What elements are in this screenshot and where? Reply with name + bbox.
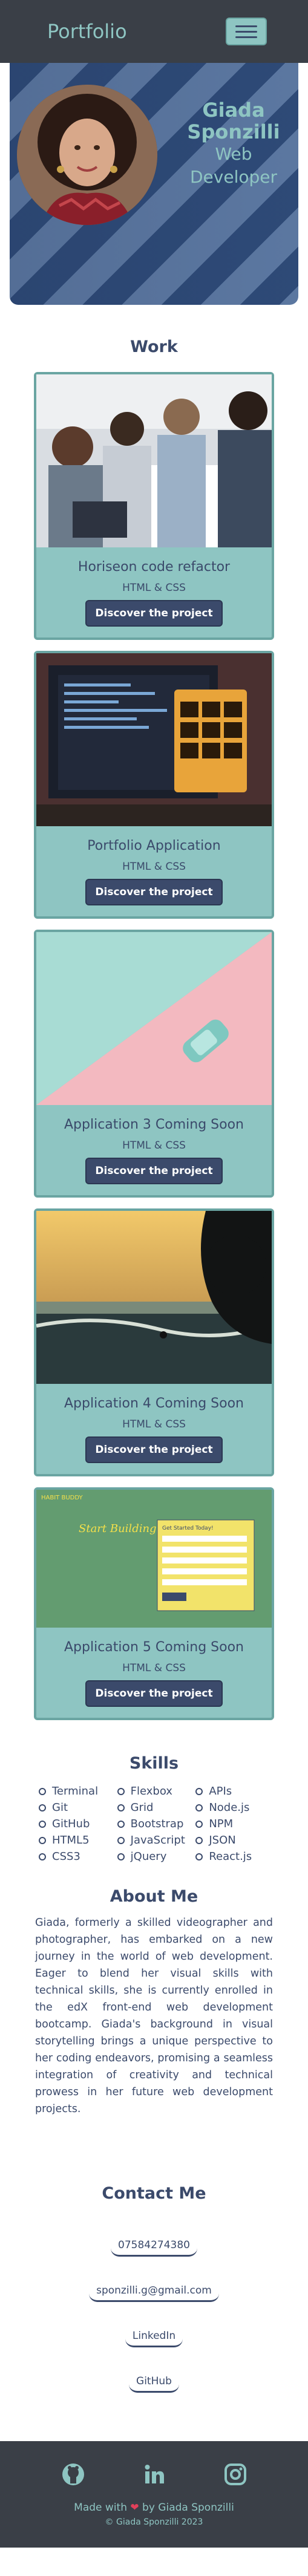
project-tech-2: HTML & CSS bbox=[122, 861, 186, 873]
hero-role-line2: Developer bbox=[189, 167, 277, 187]
thumb5-form-title: Get Started Today! bbox=[162, 1525, 214, 1531]
heart-icon: ❤ bbox=[130, 2502, 139, 2514]
project-card-5[interactable]: HABIT BUDDY Start Building Habits Get St… bbox=[34, 1487, 274, 1720]
made-with-line: Made with ❤ by Giada Sponzilli bbox=[0, 2502, 308, 2514]
skill-item: Git bbox=[39, 1801, 113, 1814]
project-title-5: Application 5 Coming Soon bbox=[64, 1640, 244, 1655]
project-title-3: Application 3 Coming Soon bbox=[64, 1117, 244, 1132]
project-thumbnail-3[interactable] bbox=[36, 932, 272, 1105]
discover-project-button-4[interactable]: Discover the project bbox=[85, 1436, 223, 1463]
discover-project-button-5[interactable]: Discover the project bbox=[85, 1680, 223, 1707]
project-title-2: Portfolio Application bbox=[87, 838, 221, 853]
navbar: Portfolio bbox=[0, 0, 308, 63]
hero-banner: Giada Sponzilli Web Developer bbox=[10, 63, 298, 305]
github-link[interactable]: GitHub bbox=[129, 2372, 179, 2393]
project-thumbnail-4[interactable] bbox=[36, 1211, 272, 1384]
avatar bbox=[17, 85, 157, 225]
project-thumbnail-2[interactable] bbox=[36, 653, 272, 826]
skill-item: NPM bbox=[195, 1818, 269, 1830]
project-thumbnail-5[interactable]: HABIT BUDDY Start Building Habits Get St… bbox=[36, 1490, 272, 1628]
skill-item: HTML5 bbox=[39, 1834, 113, 1847]
project-thumbnail-1[interactable] bbox=[36, 374, 272, 547]
phone-link[interactable]: 07584274380 bbox=[111, 2235, 197, 2257]
skill-item: GitHub bbox=[39, 1818, 113, 1830]
copyright: © Giada Sponzilli 2023 bbox=[105, 2517, 203, 2527]
hero-title: Giada Sponzilli Web Developer bbox=[167, 99, 298, 189]
project-cards: Horiseon code refactor HTML & CSS Discov… bbox=[0, 372, 308, 1720]
project-tech-5: HTML & CSS bbox=[122, 1662, 186, 1674]
discover-project-button-2[interactable]: Discover the project bbox=[85, 879, 223, 905]
skill-item: JSON bbox=[195, 1834, 269, 1847]
contact-section: Contact Me 07584274380 sponzilli.g@gmail… bbox=[0, 2184, 308, 2441]
skill-item: jQuery bbox=[117, 1850, 191, 1863]
thumb5-brand: HABIT BUDDY bbox=[41, 1495, 83, 1501]
linkedin-link[interactable]: LinkedIn bbox=[125, 2326, 183, 2347]
made-with-suffix: by Giada Sponzilli bbox=[142, 2502, 234, 2514]
skill-item: Bootstrap bbox=[117, 1818, 191, 1830]
skill-item: Flexbox bbox=[117, 1785, 191, 1798]
site-logo[interactable]: Portfolio bbox=[47, 20, 127, 43]
skill-item: React.js bbox=[195, 1850, 269, 1863]
hero-name-last: Sponzilli bbox=[187, 120, 280, 143]
work-title: Work bbox=[130, 337, 178, 356]
skill-item: APIs bbox=[195, 1785, 269, 1798]
project-title-1: Horiseon code refactor bbox=[77, 559, 231, 575]
skill-item: Node.js bbox=[195, 1801, 269, 1814]
project-tech-4: HTML & CSS bbox=[122, 1418, 186, 1430]
about-text: Giada, formerly a skilled videographer a… bbox=[35, 1917, 273, 2115]
skills-title: Skills bbox=[129, 1754, 179, 1773]
github-icon[interactable] bbox=[62, 2463, 85, 2488]
skill-item: JavaScript bbox=[117, 1834, 191, 1847]
social-icons bbox=[0, 2463, 308, 2488]
footer: Made with ❤ by Giada Sponzilli © Giada S… bbox=[0, 2441, 308, 2548]
skill-item: Terminal bbox=[39, 1785, 113, 1798]
hero-name-first: Giada bbox=[202, 99, 265, 122]
skill-item: Grid bbox=[117, 1801, 191, 1814]
hamburger-icon[interactable] bbox=[226, 18, 267, 45]
project-tech-3: HTML & CSS bbox=[122, 1140, 186, 1152]
project-card-1[interactable]: Horiseon code refactor HTML & CSS Discov… bbox=[34, 372, 274, 640]
skill-item: CSS3 bbox=[39, 1850, 113, 1863]
project-tech-1: HTML & CSS bbox=[122, 582, 186, 594]
contact-title: Contact Me bbox=[102, 2184, 206, 2203]
project-card-2[interactable]: Portfolio Application HTML & CSS Discove… bbox=[34, 651, 274, 919]
hero-role-line1: Web bbox=[215, 144, 252, 164]
project-card-3[interactable]: Application 3 Coming Soon HTML & CSS Dis… bbox=[34, 930, 274, 1198]
project-title-4: Application 4 Coming Soon bbox=[64, 1396, 244, 1411]
project-card-4[interactable]: Application 4 Coming Soon HTML & CSS Dis… bbox=[34, 1208, 274, 1476]
instagram-icon[interactable] bbox=[224, 2463, 247, 2488]
about-title: About Me bbox=[110, 1887, 198, 1906]
linkedin-icon[interactable] bbox=[143, 2463, 166, 2488]
made-with-prefix: Made with bbox=[74, 2502, 127, 2514]
skills-list: Terminal Flexbox APIs Git Grid Node.js G… bbox=[0, 1785, 308, 1863]
email-link[interactable]: sponzilli.g@gmail.com bbox=[89, 2281, 219, 2302]
discover-project-button-1[interactable]: Discover the project bbox=[85, 600, 223, 627]
discover-project-button-3[interactable]: Discover the project bbox=[85, 1158, 223, 1184]
